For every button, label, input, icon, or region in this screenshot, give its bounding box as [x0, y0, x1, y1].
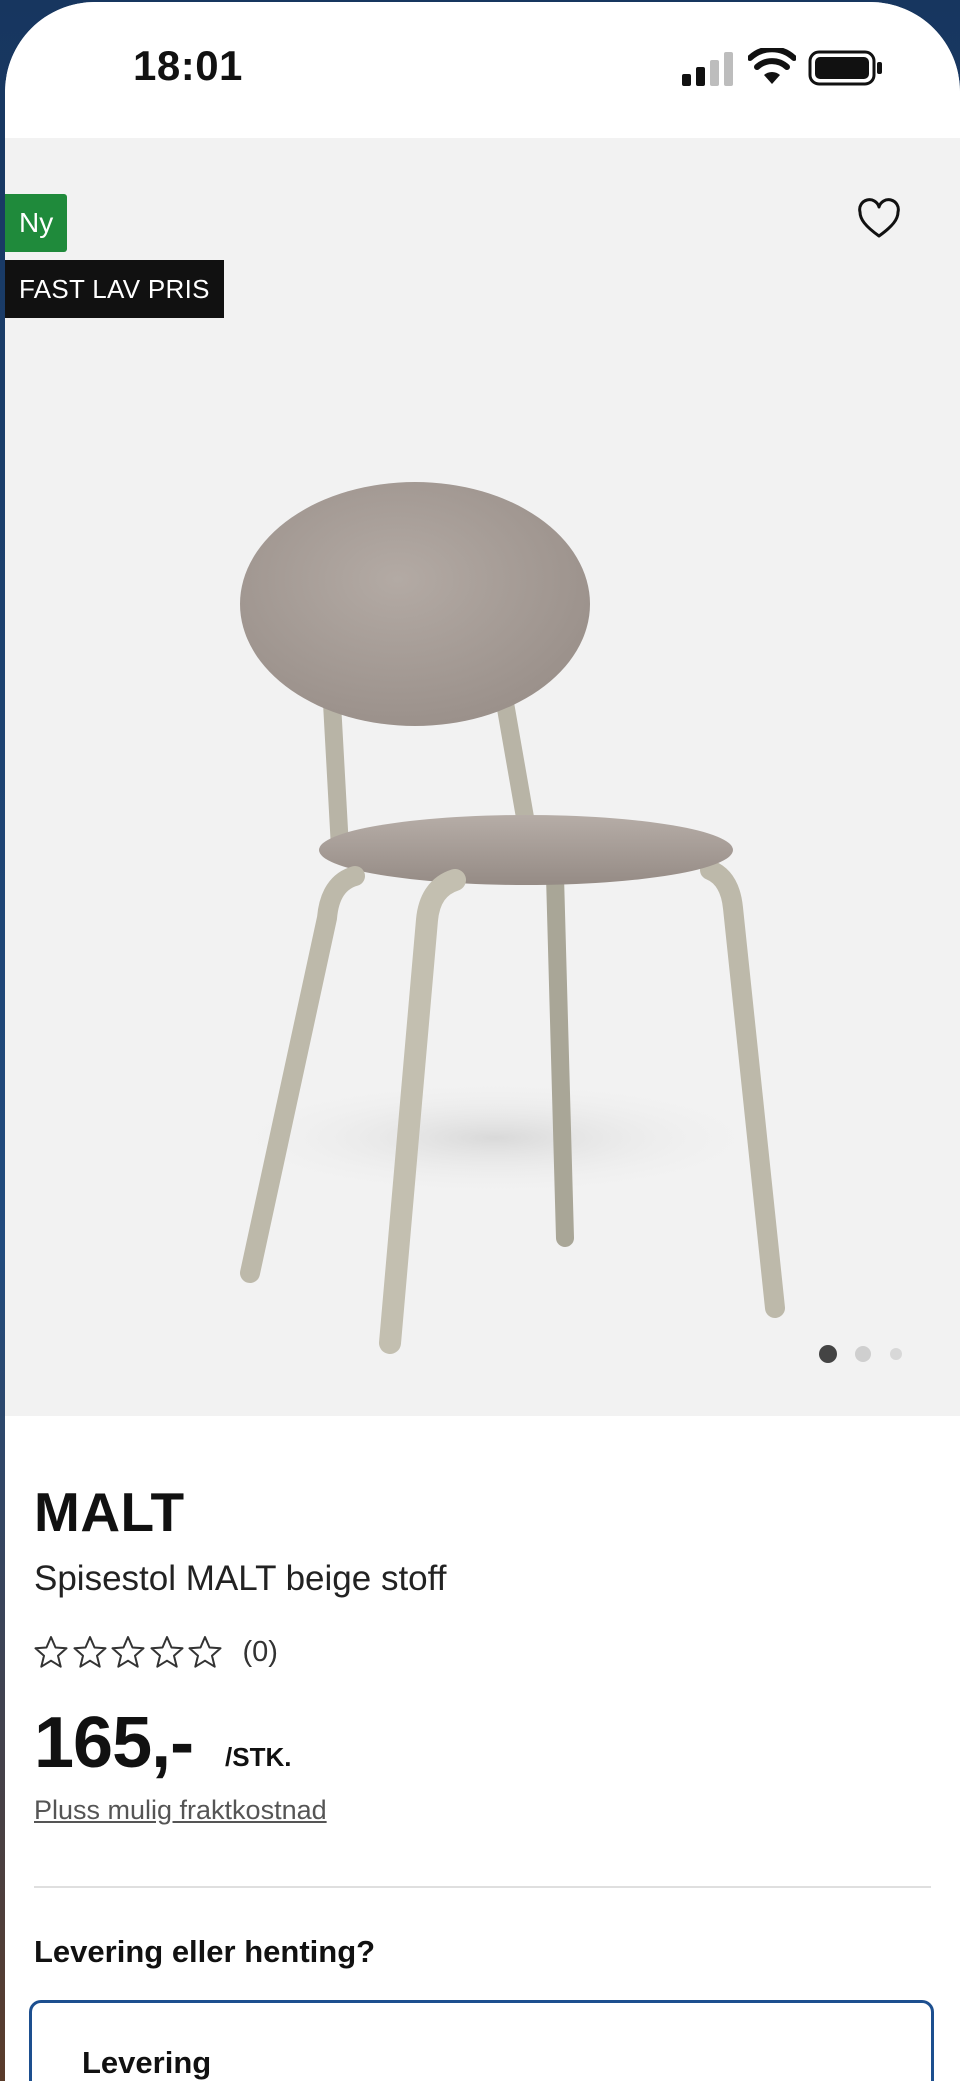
section-divider	[34, 1886, 931, 1888]
product-brand: MALT	[34, 1481, 185, 1543]
delivery-heading: Levering eller henting?	[34, 1934, 376, 1969]
star-outline-icon	[150, 1636, 183, 1668]
new-badge: Ny	[5, 194, 68, 252]
delivery-option-card[interactable]: Levering	[29, 2000, 934, 2081]
rating-row[interactable]: (0)	[34, 1630, 278, 1674]
star-outline-icon	[34, 1636, 68, 1668]
carousel-dot[interactable]	[890, 1348, 902, 1360]
carousel-indicator	[819, 1344, 919, 1364]
star-outline-icon	[188, 1636, 222, 1668]
rating-count: (0)	[242, 1635, 278, 1668]
wifi-icon	[748, 48, 796, 84]
chair-product-image	[215, 482, 785, 1354]
shipping-cost-link[interactable]: Pluss mulig fraktkostnad	[34, 1795, 327, 1826]
status-time: 18:01	[133, 42, 243, 89]
star-outline-icon	[73, 1636, 106, 1668]
product-description: Spisestol MALT beige stoff	[34, 1559, 447, 1598]
product-image-gallery[interactable]: Ny FAST LAV PRIS	[5, 138, 960, 1416]
carousel-dot-active[interactable]	[819, 1345, 837, 1363]
status-bar: 18:01	[5, 2, 960, 138]
star-outline-icon	[111, 1636, 145, 1668]
product-price: 165,-	[34, 1703, 194, 1783]
carousel-dot[interactable]	[855, 1346, 871, 1362]
phone-screen: 18:01 Ny FAST LAV PRIS MALT Spisestol MA…	[5, 2, 960, 2081]
price-unit: /STK.	[225, 1742, 292, 1772]
delivery-option-label: Levering	[82, 2045, 212, 2080]
heart-outline-icon[interactable]	[857, 198, 901, 242]
battery-icon	[808, 50, 882, 86]
cellular-signal-icon	[682, 52, 733, 86]
